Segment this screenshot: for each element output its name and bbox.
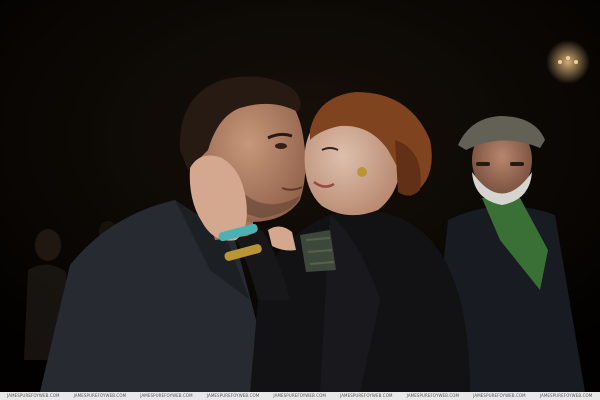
watermark-text: JAMESPUREFOYWEB.COM <box>7 393 60 398</box>
watermark-text: JAMESPUREFOYWEB.COM <box>340 393 393 398</box>
watermark-text: JAMESPUREFOYWEB.COM <box>206 393 260 398</box>
watermark-text: JAMESPUREFOYWEB.COM <box>539 393 593 398</box>
watermark-text: JAMESPUREFOYWEB.COM <box>140 393 193 398</box>
watermark-text: JAMESPUREFOYWEB.COM <box>73 393 127 398</box>
watermark-text: JAMESPUREFOYWEB.COM <box>273 393 326 398</box>
watermark-text: JAMESPUREFOYWEB.COM <box>406 393 460 398</box>
watermark-text: JAMESPUREFOYWEB.COM <box>473 393 526 398</box>
watermark-strip: JAMESPUREFOYWEB.COM JAMESPUREFOYWEB.COM JA… <box>0 392 600 400</box>
photograph <box>0 0 600 392</box>
photo-scene <box>0 0 600 392</box>
